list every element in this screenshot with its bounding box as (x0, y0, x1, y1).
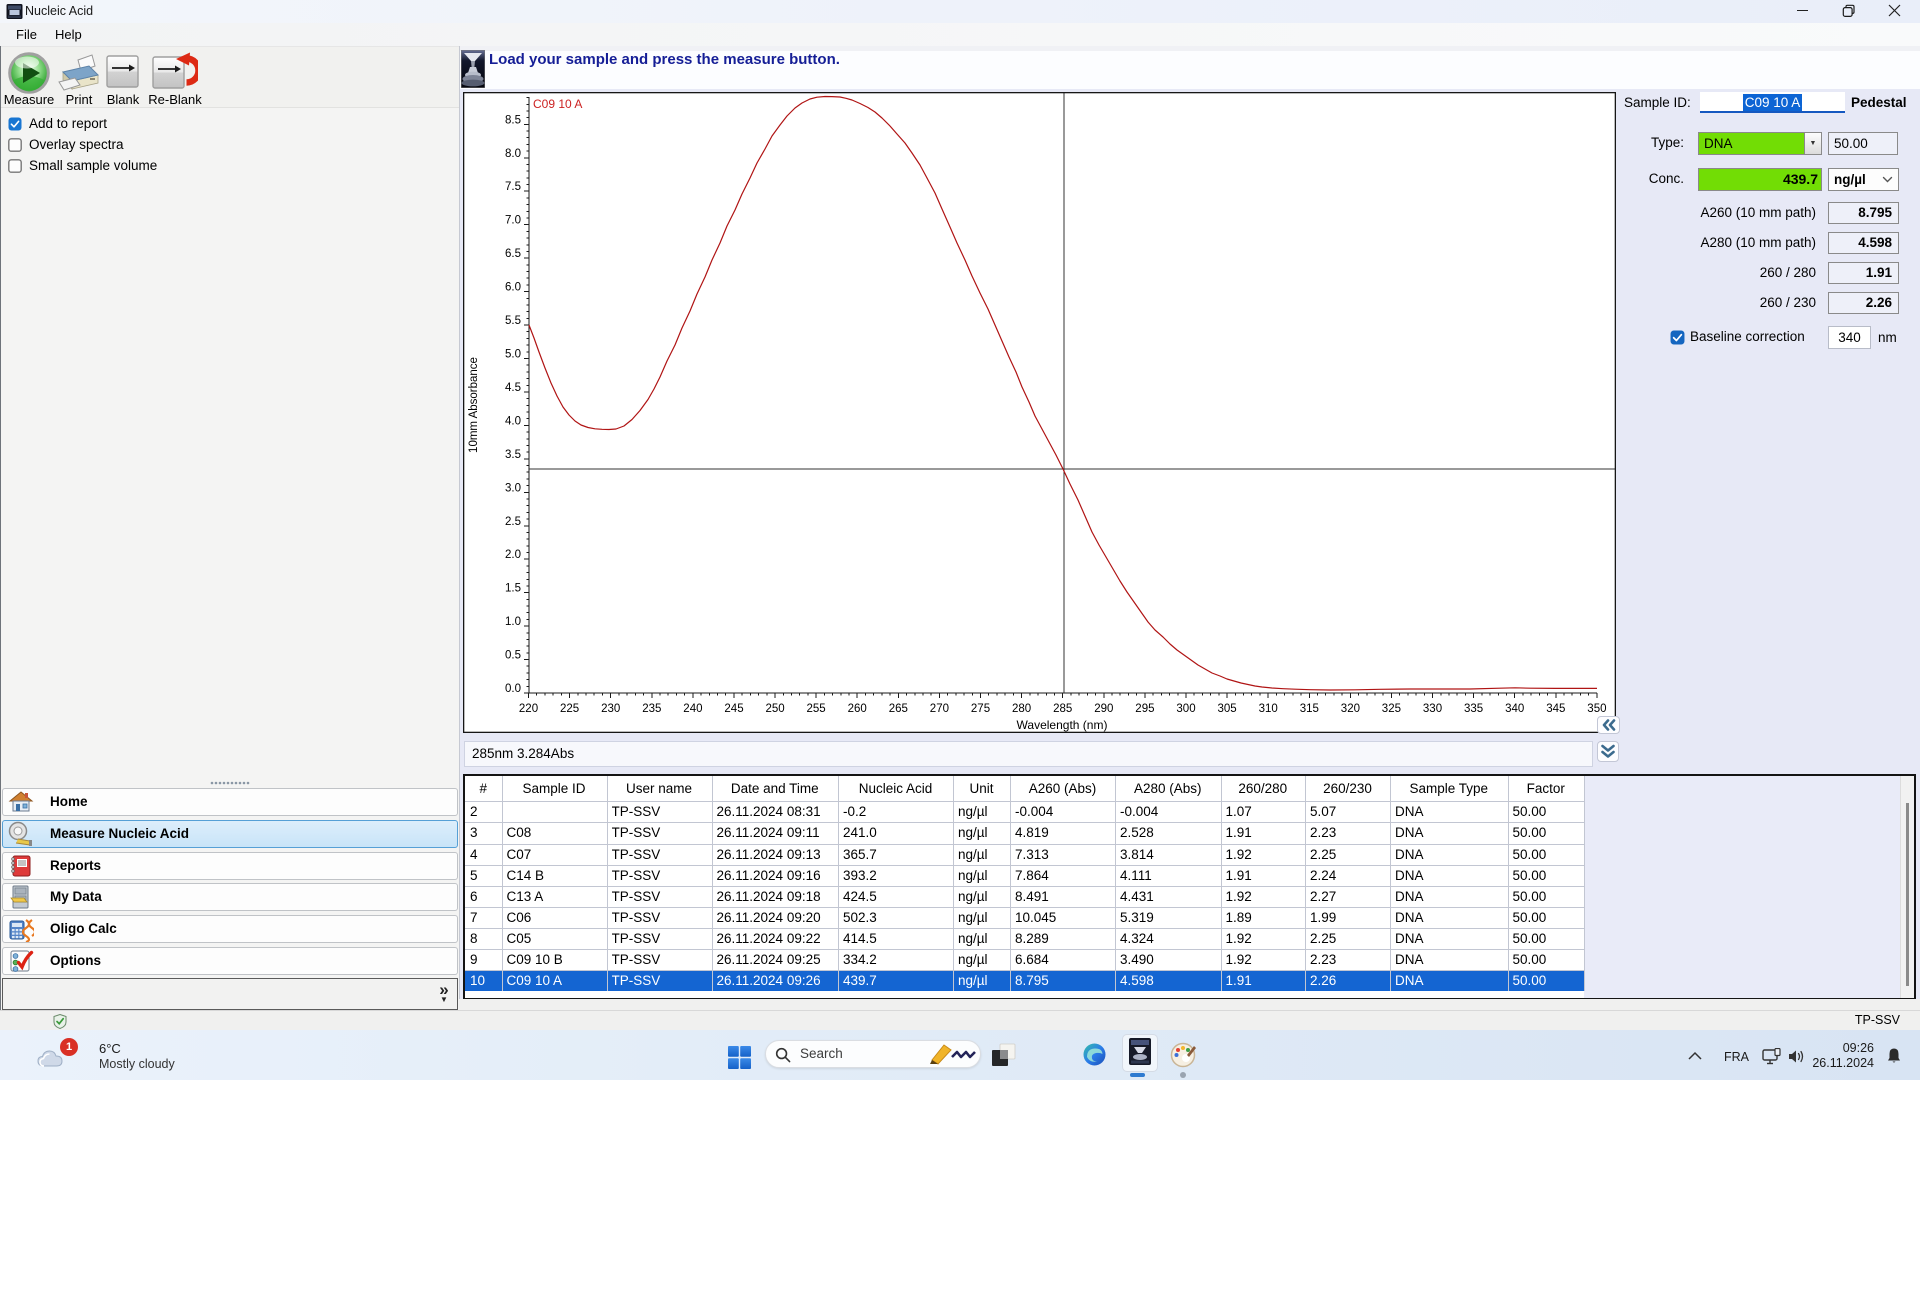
svg-text:7.5: 7.5 (505, 181, 521, 193)
svg-text:235: 235 (642, 703, 661, 715)
svg-text:320: 320 (1341, 703, 1360, 715)
svg-text:285: 285 (1053, 703, 1072, 715)
svg-text:290: 290 (1094, 703, 1113, 715)
svg-text:6.5: 6.5 (505, 248, 521, 260)
svg-text:220: 220 (519, 703, 538, 715)
svg-text:225: 225 (560, 703, 579, 715)
svg-text:300: 300 (1176, 703, 1195, 715)
svg-text:3.0: 3.0 (505, 482, 521, 494)
svg-text:6.0: 6.0 (505, 282, 521, 294)
svg-text:3.5: 3.5 (505, 449, 521, 461)
svg-text:270: 270 (930, 703, 949, 715)
svg-text:8.5: 8.5 (505, 114, 521, 126)
svg-text:260: 260 (848, 703, 867, 715)
svg-text:280: 280 (1012, 703, 1031, 715)
svg-text:240: 240 (683, 703, 702, 715)
svg-text:330: 330 (1423, 703, 1442, 715)
svg-text:325: 325 (1382, 703, 1401, 715)
svg-text:1.0: 1.0 (505, 616, 521, 628)
svg-text:310: 310 (1259, 703, 1278, 715)
svg-text:10mm Absorbance: 10mm Absorbance (468, 357, 480, 453)
svg-text:5.0: 5.0 (505, 349, 521, 361)
svg-text:275: 275 (971, 703, 990, 715)
svg-text:265: 265 (889, 703, 908, 715)
svg-text:255: 255 (807, 703, 826, 715)
svg-text:2.5: 2.5 (505, 516, 521, 528)
svg-text:250: 250 (766, 703, 785, 715)
svg-text:C09 10 A: C09 10 A (533, 97, 582, 111)
svg-text:4.0: 4.0 (505, 415, 521, 427)
svg-text:340: 340 (1505, 703, 1524, 715)
svg-text:295: 295 (1135, 703, 1154, 715)
svg-text:305: 305 (1218, 703, 1237, 715)
svg-text:0.5: 0.5 (505, 650, 521, 662)
svg-text:230: 230 (601, 703, 620, 715)
svg-text:7.0: 7.0 (505, 215, 521, 227)
svg-text:350: 350 (1587, 703, 1606, 715)
svg-text:Wavelength (nm): Wavelength (nm) (1017, 718, 1108, 732)
svg-text:4.5: 4.5 (505, 382, 521, 394)
svg-text:345: 345 (1546, 703, 1565, 715)
svg-text:0.0: 0.0 (505, 683, 521, 695)
svg-text:5.5: 5.5 (505, 315, 521, 327)
svg-text:1.5: 1.5 (505, 583, 521, 595)
svg-text:2.0: 2.0 (505, 549, 521, 561)
svg-text:245: 245 (724, 703, 743, 715)
svg-text:335: 335 (1464, 703, 1483, 715)
svg-text:315: 315 (1300, 703, 1319, 715)
svg-text:8.0: 8.0 (505, 148, 521, 160)
